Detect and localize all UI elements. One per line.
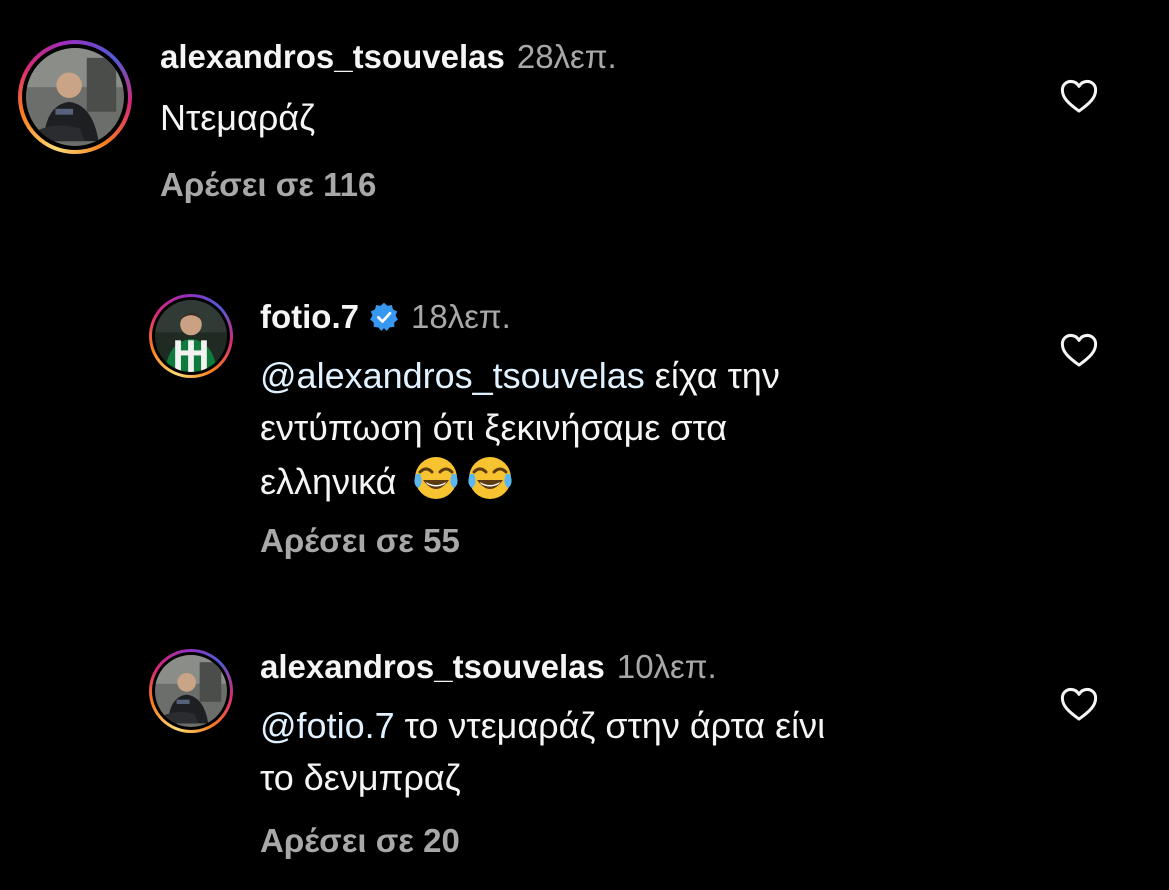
comment-text: το δενμπραζ bbox=[260, 757, 461, 798]
comment-likes-count[interactable]: Αρέσει σε 20 bbox=[260, 822, 460, 860]
mention-link[interactable]: @fotio.7 bbox=[260, 705, 395, 746]
heart-outline-icon[interactable] bbox=[1060, 686, 1098, 722]
comment-text: το ντεμαράζ στην άρτα είνι bbox=[394, 705, 826, 746]
comment-3-reply: alexandros_tsouvelas 10λεπ. @fotio.7 το … bbox=[0, 0, 1169, 890]
avatar[interactable] bbox=[155, 655, 227, 727]
avatar-story-ring[interactable] bbox=[149, 649, 233, 733]
comment-timestamp: 10λεπ. bbox=[616, 648, 717, 685]
comment-username[interactable]: alexandros_tsouvelas bbox=[260, 648, 605, 686]
